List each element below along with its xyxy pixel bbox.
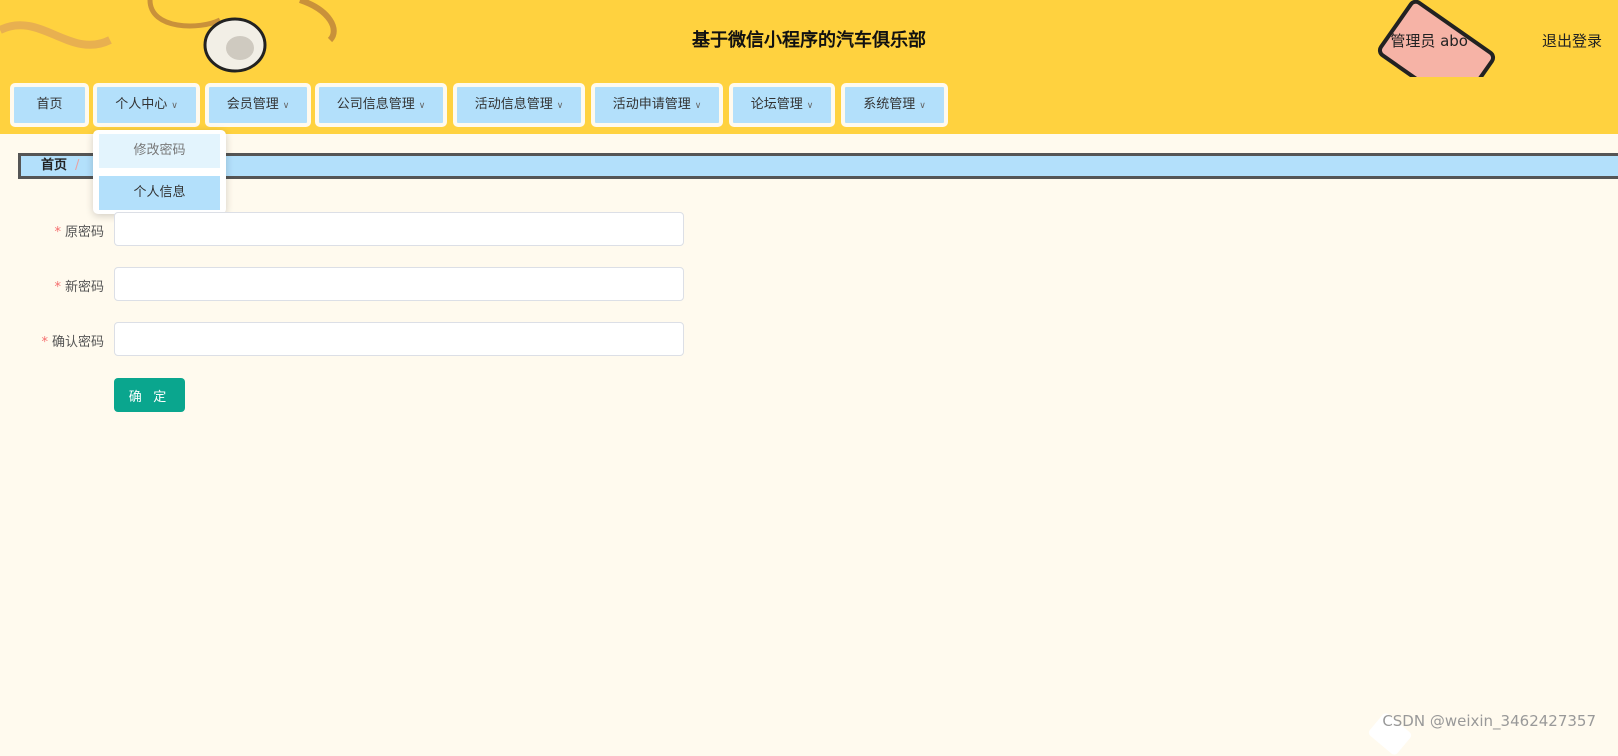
chevron-down-icon: ∨ bbox=[919, 101, 926, 111]
watermark: CSDN @weixin_3462427357 bbox=[1382, 712, 1596, 730]
old-password-input[interactable] bbox=[114, 212, 684, 246]
required-mark: * bbox=[54, 225, 61, 240]
field-label-text: 原密码 bbox=[64, 225, 104, 240]
required-mark: * bbox=[54, 280, 61, 295]
nav-item-system-management[interactable]: 系统管理 ∨ bbox=[841, 83, 948, 127]
nav-item-label: 活动申请管理 bbox=[612, 97, 691, 112]
form-row-confirm-password: * 确认密码 bbox=[0, 322, 700, 358]
nav-item-label: 活动信息管理 bbox=[474, 97, 553, 112]
new-password-label: * 新密码 bbox=[54, 276, 104, 295]
nav-item-activity-application[interactable]: 活动申请管理 ∨ bbox=[591, 83, 723, 127]
form-row-new-password: * 新密码 bbox=[0, 267, 700, 303]
confirm-password-input[interactable] bbox=[114, 322, 684, 356]
form-row-old-password: * 原密码 bbox=[0, 212, 700, 248]
breadcrumb-separator: / bbox=[75, 158, 80, 173]
confirm-button[interactable]: 确 定 bbox=[114, 378, 185, 412]
nav-item-label: 公司信息管理 bbox=[336, 97, 415, 112]
chevron-down-icon: ∨ bbox=[171, 101, 178, 111]
breadcrumb-home[interactable]: 首页 bbox=[41, 158, 67, 173]
new-password-input[interactable] bbox=[114, 267, 684, 301]
user-info: 管理员 abo bbox=[1390, 32, 1468, 50]
old-password-label: * 原密码 bbox=[54, 221, 104, 240]
field-label-text: 新密码 bbox=[64, 280, 104, 295]
logout-link[interactable]: 退出登录 bbox=[1542, 30, 1602, 51]
chevron-down-icon: ∨ bbox=[556, 101, 564, 111]
confirm-password-label: * 确认密码 bbox=[41, 331, 104, 350]
breadcrumb: 首页 / bbox=[18, 153, 1618, 179]
chevron-down-icon: ∨ bbox=[806, 101, 814, 111]
nav-item-personal-center[interactable]: 个人中心 ∨ bbox=[93, 83, 200, 127]
top-nav: 首页 个人中心 ∨ 会员管理 ∨ 公司信息管理 ∨ 活动信息管理 ∨ 活动申请管理 ∨ 论… bbox=[0, 77, 1618, 134]
required-mark: * bbox=[41, 335, 48, 350]
nav-item-label: 会员管理 bbox=[226, 97, 279, 112]
header: 基于微信小程序的汽车俱乐部 管理员 abo 退出登录 bbox=[0, 0, 1618, 77]
nav-item-activity-info[interactable]: 活动信息管理 ∨ bbox=[453, 83, 585, 127]
nav-item-company-info[interactable]: 公司信息管理 ∨ bbox=[315, 83, 447, 127]
chevron-down-icon: ∨ bbox=[418, 101, 426, 111]
dropdown-item-personal-info[interactable]: 个人信息 bbox=[99, 176, 220, 210]
chevron-down-icon: ∨ bbox=[282, 101, 290, 111]
nav-item-label: 论坛管理 bbox=[750, 97, 803, 112]
nav-item-label: 个人中心 bbox=[115, 97, 168, 112]
nav-item-home[interactable]: 首页 bbox=[10, 83, 89, 127]
personal-center-dropdown: 修改密码 个人信息 bbox=[93, 130, 226, 214]
site-title: 基于微信小程序的汽车俱乐部 bbox=[692, 30, 926, 51]
field-label-text: 确认密码 bbox=[51, 335, 104, 350]
nav-item-label: 首页 bbox=[36, 97, 63, 112]
nav-item-label: 系统管理 bbox=[863, 97, 916, 112]
dropdown-item-change-password[interactable]: 修改密码 bbox=[99, 134, 220, 168]
nav-item-forum-management[interactable]: 论坛管理 ∨ bbox=[729, 83, 835, 127]
chevron-down-icon: ∨ bbox=[694, 101, 702, 111]
nav-item-member-management[interactable]: 会员管理 ∨ bbox=[205, 83, 311, 127]
